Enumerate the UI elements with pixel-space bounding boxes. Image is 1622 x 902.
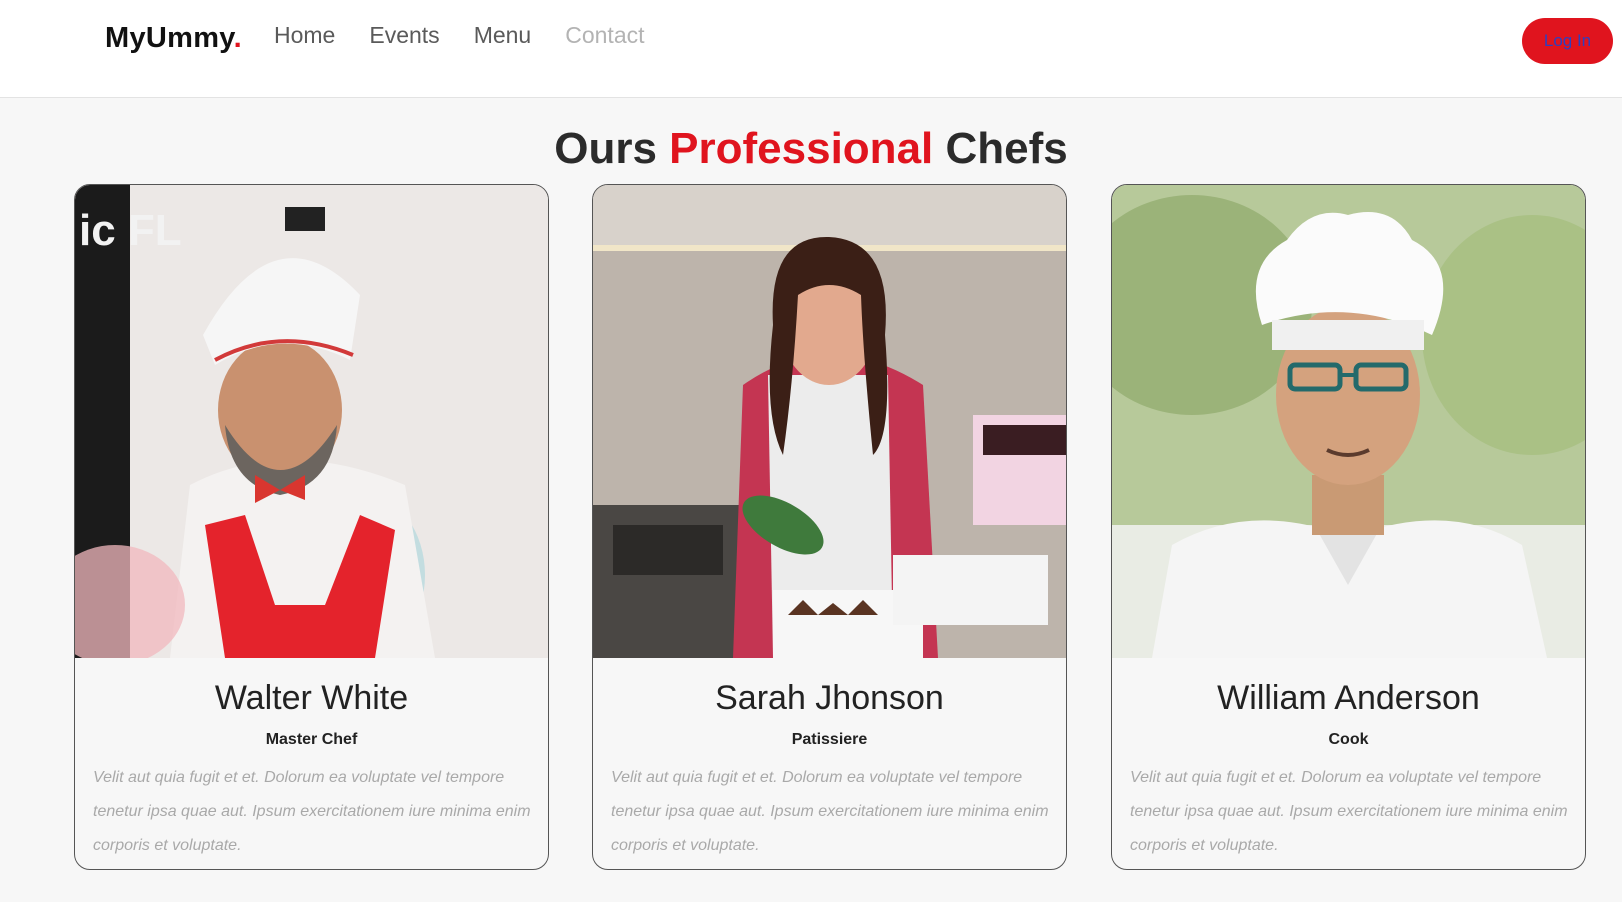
wall-sign-text: ic FL [79, 206, 182, 255]
chef-card: ic FL Walter White Master Chef Velit aut… [74, 184, 549, 870]
chef-bio: Velit aut quia fugit et et. Dolorum ea v… [1130, 769, 1568, 854]
chef-bio: Velit aut quia fugit et et. Dolorum ea v… [93, 769, 531, 854]
brand-logo[interactable]: MyUmmy. [105, 22, 242, 55]
chef-role: Master Chef [265, 731, 358, 748]
login-button[interactable]: Log In [1522, 18, 1613, 64]
chef-photo-image: ic FL [75, 185, 548, 658]
nav-contact[interactable]: Contact [565, 22, 644, 49]
chef-name: Walter White [214, 679, 409, 717]
chef-name: William Anderson [1217, 679, 1480, 717]
chef-role: Cook [1328, 731, 1369, 748]
chef-name: Sarah Jhonson [715, 679, 944, 717]
nav-events[interactable]: Events [369, 22, 439, 49]
nav-home[interactable]: Home [274, 22, 335, 49]
chef-card: Sarah Jhonson Patissiere Velit aut quia … [592, 184, 1067, 870]
logo-dot: . [233, 22, 242, 54]
logo-text: MyUmmy [105, 22, 234, 54]
title-accent: Professional [669, 124, 934, 173]
nav-menu[interactable]: Menu [474, 22, 532, 49]
chef-role: Patissiere [791, 731, 868, 748]
title-suffix: Chefs [945, 124, 1068, 173]
chef-photo [593, 185, 1066, 658]
chef-photo [1112, 185, 1585, 658]
chef-photo: ic FL [75, 185, 548, 658]
section-title: Ours Professional Chefs [0, 124, 1622, 174]
title-prefix: Ours [554, 124, 657, 173]
chef-bio: Velit aut quia fugit et et. Dolorum ea v… [611, 769, 1049, 854]
chef-photo-image [593, 185, 1066, 658]
chef-card: William Anderson Cook Velit aut quia fug… [1111, 184, 1586, 870]
main-nav: Home Events Menu Contact [274, 22, 645, 49]
top-navbar: MyUmmy. Home Events Menu Contact Log In [0, 0, 1622, 98]
chef-photo-image [1112, 185, 1585, 658]
